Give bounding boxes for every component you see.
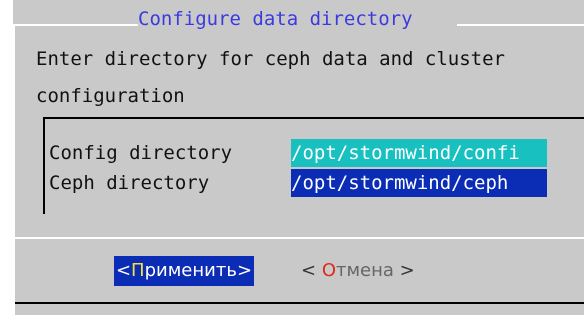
apply-button[interactable]: <Применить>: [114, 256, 254, 286]
cancel-button-right-bracket: >: [393, 260, 415, 281]
apply-button-hotkey: П: [131, 260, 145, 281]
apply-button-left-bracket: <: [115, 260, 132, 281]
cancel-button-hotkey: О: [321, 260, 336, 281]
configure-data-directory-dialog: Configure data directory Enter directory…: [13, 0, 584, 315]
apply-button-right-bracket: >: [236, 260, 253, 281]
cancel-button-left-bracket: <: [301, 260, 322, 281]
dialog-frame-top-left: [13, 24, 138, 26]
config-directory-input[interactable]: /opt/stormwind/confi: [291, 139, 547, 167]
button-separator: [15, 237, 584, 239]
dialog-title: Configure data directory: [138, 8, 413, 30]
cancel-button[interactable]: < Отмена >: [301, 256, 447, 286]
apply-button-label: рименить: [144, 260, 237, 281]
dialog-prompt: Enter directory for ceph data and cluste…: [36, 48, 505, 107]
config-directory-label: Config directory: [49, 142, 233, 164]
cancel-button-label: тмена: [335, 260, 394, 281]
ceph-directory-input[interactable]: /opt/stormwind/ceph: [291, 169, 547, 197]
dialog-bottom-border: [15, 302, 584, 304]
dialog-frame-left: [13, 24, 15, 315]
dialog-frame-top-right: [457, 24, 584, 26]
directory-form: Config directory /opt/stormwind/confi Ce…: [43, 117, 584, 214]
ceph-directory-label: Ceph directory: [49, 172, 210, 194]
